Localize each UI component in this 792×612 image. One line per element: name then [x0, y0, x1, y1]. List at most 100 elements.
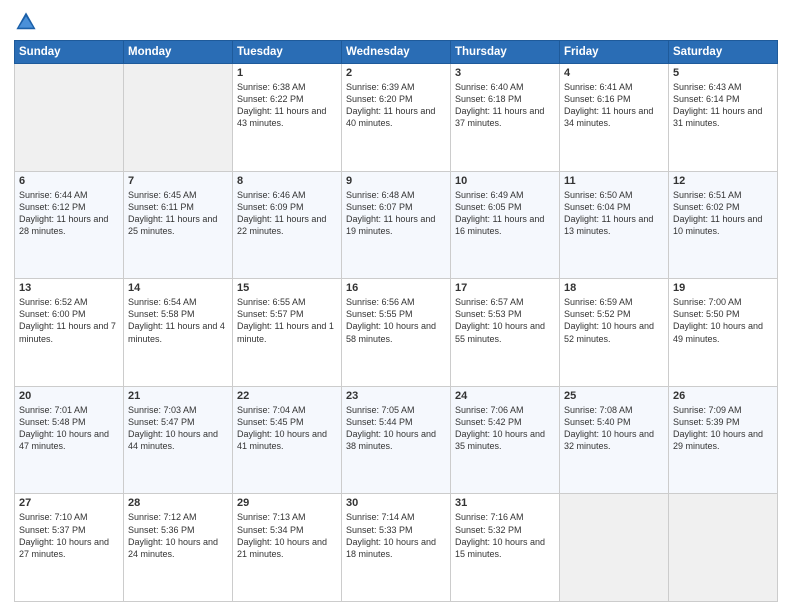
- cell-content: Sunrise: 7:01 AMSunset: 5:48 PMDaylight:…: [19, 404, 119, 453]
- calendar-week-row: 20 Sunrise: 7:01 AMSunset: 5:48 PMDayligh…: [15, 386, 778, 494]
- cell-content: Sunrise: 7:13 AMSunset: 5:34 PMDaylight:…: [237, 511, 337, 560]
- day-number: 23: [346, 390, 446, 402]
- calendar-cell: 4Sunrise: 6:41 AMSunset: 6:16 PMDaylight…: [560, 64, 669, 172]
- day-number: 2: [346, 67, 446, 79]
- logo: [14, 10, 42, 34]
- calendar-cell: 5Sunrise: 6:43 AMSunset: 6:14 PMDaylight…: [669, 64, 778, 172]
- day-number: 15: [237, 282, 337, 294]
- cell-content: Sunrise: 7:04 AMSunset: 5:45 PMDaylight:…: [237, 404, 337, 453]
- calendar-cell: [124, 64, 233, 172]
- calendar-cell: 27 Sunrise: 7:10 AMSunset: 5:37 PMDayligh…: [15, 494, 124, 602]
- calendar-cell: 25 Sunrise: 7:08 AMSunset: 5:40 PMDayligh…: [560, 386, 669, 494]
- cell-content: Sunrise: 6:38 AMSunset: 6:22 PMDaylight:…: [237, 81, 337, 130]
- calendar-cell: [669, 494, 778, 602]
- calendar-cell: 28Sunrise: 7:12 AMSunset: 5:36 PMDayligh…: [124, 494, 233, 602]
- day-of-week-header: Friday: [560, 41, 669, 64]
- day-number: 29: [237, 497, 337, 509]
- day-number: 31: [455, 497, 555, 509]
- day-number: 26: [673, 390, 773, 402]
- cell-content: Sunrise: 6:48 AMSunset: 6:07 PMDaylight:…: [346, 189, 446, 238]
- calendar-cell: 11 Sunrise: 6:50 AMSunset: 6:04 PMDayligh…: [560, 171, 669, 279]
- day-number: 17: [455, 282, 555, 294]
- cell-content: Sunrise: 7:06 AMSunset: 5:42 PMDaylight:…: [455, 404, 555, 453]
- cell-content: Sunrise: 7:10 AMSunset: 5:37 PMDaylight:…: [19, 511, 119, 560]
- day-number: 30: [346, 497, 446, 509]
- calendar-cell: 6 Sunrise: 6:44 AMSunset: 6:12 PMDaylight…: [15, 171, 124, 279]
- cell-content: Sunrise: 6:44 AMSunset: 6:12 PMDaylight:…: [19, 189, 119, 238]
- day-number: 11: [564, 175, 664, 187]
- cell-content: Sunrise: 6:56 AMSunset: 5:55 PMDaylight:…: [346, 296, 446, 345]
- cell-content: Sunrise: 6:52 AMSunset: 6:00 PMDaylight:…: [19, 296, 119, 345]
- day-number: 5: [673, 67, 773, 79]
- calendar-cell: 8 Sunrise: 6:46 AMSunset: 6:09 PMDaylight…: [233, 171, 342, 279]
- day-number: 1: [237, 67, 337, 79]
- calendar-cell: 9 Sunrise: 6:48 AMSunset: 6:07 PMDaylight…: [342, 171, 451, 279]
- calendar-cell: 13 Sunrise: 6:52 AMSunset: 6:00 PMDayligh…: [15, 279, 124, 387]
- logo-icon: [14, 10, 38, 34]
- calendar-cell: [560, 494, 669, 602]
- cell-content: Sunrise: 6:39 AMSunset: 6:20 PMDaylight:…: [346, 81, 446, 130]
- day-number: 22: [237, 390, 337, 402]
- calendar-header-row: SundayMondayTuesdayWednesdayThursdayFrid…: [15, 41, 778, 64]
- cell-content: Sunrise: 7:09 AMSunset: 5:39 PMDaylight:…: [673, 404, 773, 453]
- page: SundayMondayTuesdayWednesdayThursdayFrid…: [0, 0, 792, 612]
- calendar-cell: 24Sunrise: 7:06 AMSunset: 5:42 PMDayligh…: [451, 386, 560, 494]
- calendar-cell: 30 Sunrise: 7:14 AMSunset: 5:33 PMDayligh…: [342, 494, 451, 602]
- calendar-table: SundayMondayTuesdayWednesdayThursdayFrid…: [14, 40, 778, 602]
- calendar-cell: 23 Sunrise: 7:05 AMSunset: 5:44 PMDayligh…: [342, 386, 451, 494]
- cell-content: Sunrise: 6:46 AMSunset: 6:09 PMDaylight:…: [237, 189, 337, 238]
- cell-content: Sunrise: 6:49 AMSunset: 6:05 PMDaylight:…: [455, 189, 555, 238]
- day-number: 3: [455, 67, 555, 79]
- cell-content: Sunrise: 6:57 AMSunset: 5:53 PMDaylight:…: [455, 296, 555, 345]
- calendar-cell: 31Sunrise: 7:16 AMSunset: 5:32 PMDayligh…: [451, 494, 560, 602]
- cell-content: Sunrise: 6:51 AMSunset: 6:02 PMDaylight:…: [673, 189, 773, 238]
- calendar-cell: 2 Sunrise: 6:39 AMSunset: 6:20 PMDaylight…: [342, 64, 451, 172]
- calendar-week-row: 6 Sunrise: 6:44 AMSunset: 6:12 PMDaylight…: [15, 171, 778, 279]
- calendar-cell: 16Sunrise: 6:56 AMSunset: 5:55 PMDayligh…: [342, 279, 451, 387]
- day-of-week-header: Tuesday: [233, 41, 342, 64]
- day-of-week-header: Saturday: [669, 41, 778, 64]
- cell-content: Sunrise: 6:40 AMSunset: 6:18 PMDaylight:…: [455, 81, 555, 130]
- cell-content: Sunrise: 7:08 AMSunset: 5:40 PMDaylight:…: [564, 404, 664, 453]
- calendar-cell: 22 Sunrise: 7:04 AMSunset: 5:45 PMDayligh…: [233, 386, 342, 494]
- calendar-cell: 29 Sunrise: 7:13 AMSunset: 5:34 PMDayligh…: [233, 494, 342, 602]
- cell-content: Sunrise: 7:00 AMSunset: 5:50 PMDaylight:…: [673, 296, 773, 345]
- day-of-week-header: Sunday: [15, 41, 124, 64]
- cell-content: Sunrise: 7:03 AMSunset: 5:47 PMDaylight:…: [128, 404, 228, 453]
- cell-content: Sunrise: 6:50 AMSunset: 6:04 PMDaylight:…: [564, 189, 664, 238]
- cell-content: Sunrise: 6:55 AMSunset: 5:57 PMDaylight:…: [237, 296, 337, 345]
- day-number: 20: [19, 390, 119, 402]
- day-number: 7: [128, 175, 228, 187]
- day-number: 27: [19, 497, 119, 509]
- cell-content: Sunrise: 7:14 AMSunset: 5:33 PMDaylight:…: [346, 511, 446, 560]
- day-number: 14: [128, 282, 228, 294]
- calendar-body: 1 Sunrise: 6:38 AMSunset: 6:22 PMDaylight…: [15, 64, 778, 602]
- day-number: 12: [673, 175, 773, 187]
- cell-content: Sunrise: 6:54 AMSunset: 5:58 PMDaylight:…: [128, 296, 228, 345]
- calendar-cell: 26 Sunrise: 7:09 AMSunset: 5:39 PMDayligh…: [669, 386, 778, 494]
- calendar-cell: 19 Sunrise: 7:00 AMSunset: 5:50 PMDayligh…: [669, 279, 778, 387]
- cell-content: Sunrise: 7:05 AMSunset: 5:44 PMDaylight:…: [346, 404, 446, 453]
- cell-content: Sunrise: 6:59 AMSunset: 5:52 PMDaylight:…: [564, 296, 664, 345]
- calendar-cell: 10 Sunrise: 6:49 AMSunset: 6:05 PMDayligh…: [451, 171, 560, 279]
- day-number: 18: [564, 282, 664, 294]
- day-of-week-header: Thursday: [451, 41, 560, 64]
- day-of-week-header: Wednesday: [342, 41, 451, 64]
- day-number: 9: [346, 175, 446, 187]
- header: [14, 10, 778, 34]
- day-number: 19: [673, 282, 773, 294]
- day-number: 6: [19, 175, 119, 187]
- calendar-cell: 15 Sunrise: 6:55 AMSunset: 5:57 PMDayligh…: [233, 279, 342, 387]
- calendar-cell: 7 Sunrise: 6:45 AMSunset: 6:11 PMDaylight…: [124, 171, 233, 279]
- cell-content: Sunrise: 6:45 AMSunset: 6:11 PMDaylight:…: [128, 189, 228, 238]
- calendar-cell: 18 Sunrise: 6:59 AMSunset: 5:52 PMDayligh…: [560, 279, 669, 387]
- day-of-week-header: Monday: [124, 41, 233, 64]
- day-number: 8: [237, 175, 337, 187]
- day-number: 13: [19, 282, 119, 294]
- day-number: 25: [564, 390, 664, 402]
- calendar-week-row: 27 Sunrise: 7:10 AMSunset: 5:37 PMDayligh…: [15, 494, 778, 602]
- day-number: 10: [455, 175, 555, 187]
- calendar-cell: 12 Sunrise: 6:51 AMSunset: 6:02 PMDayligh…: [669, 171, 778, 279]
- calendar-cell: 3 Sunrise: 6:40 AMSunset: 6:18 PMDaylight…: [451, 64, 560, 172]
- calendar-week-row: 1 Sunrise: 6:38 AMSunset: 6:22 PMDaylight…: [15, 64, 778, 172]
